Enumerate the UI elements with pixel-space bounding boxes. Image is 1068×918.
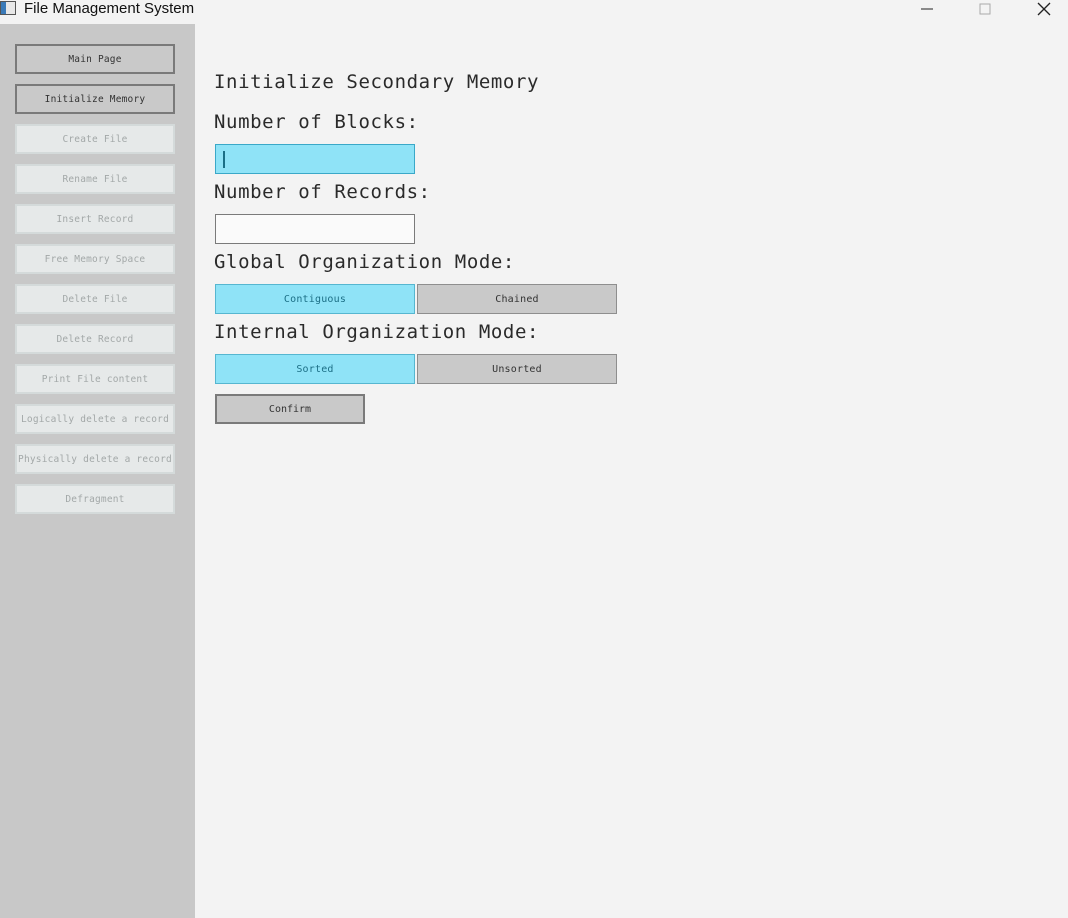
- close-icon: [1037, 2, 1051, 16]
- sidebar-item-main-page[interactable]: Main Page: [15, 44, 175, 74]
- title-bar: File Management System: [0, 0, 1068, 24]
- sorted-button[interactable]: Sorted: [215, 354, 415, 384]
- sidebar-item-delete-record[interactable]: Delete Record: [15, 324, 175, 354]
- sidebar-item-print-file-content[interactable]: Print File content: [15, 364, 175, 394]
- sidebar-item-physically-delete-record[interactable]: Physically delete a record: [15, 444, 175, 474]
- close-button[interactable]: [1021, 0, 1067, 18]
- main-content: Initialize Secondary Memory Number of Bl…: [195, 24, 1068, 918]
- chained-button[interactable]: Chained: [417, 284, 617, 314]
- sidebar: Main Page Initialize Memory Create File …: [0, 24, 195, 918]
- window-title: File Management System: [24, 0, 195, 17]
- sidebar-item-defragment[interactable]: Defragment: [15, 484, 175, 514]
- maximize-icon: [979, 3, 991, 15]
- text-caret: [223, 151, 225, 168]
- maximize-button[interactable]: [962, 0, 1008, 18]
- records-input[interactable]: [215, 214, 415, 244]
- minimize-button[interactable]: [904, 0, 950, 18]
- sidebar-item-free-memory-space[interactable]: Free Memory Space: [15, 244, 175, 274]
- contiguous-button[interactable]: Contiguous: [215, 284, 415, 314]
- app-icon: [0, 1, 16, 15]
- page-title: Initialize Secondary Memory: [214, 71, 540, 93]
- internal-mode-label: Internal Organization Mode:: [214, 321, 540, 343]
- blocks-label: Number of Blocks:: [214, 111, 419, 133]
- global-mode-label: Global Organization Mode:: [214, 251, 515, 273]
- minimize-icon: [921, 8, 933, 10]
- sidebar-item-delete-file[interactable]: Delete File: [15, 284, 175, 314]
- sidebar-item-create-file[interactable]: Create File: [15, 124, 175, 154]
- sidebar-item-logically-delete-record[interactable]: Logically delete a record: [15, 404, 175, 434]
- blocks-input[interactable]: [215, 144, 415, 174]
- sidebar-item-rename-file[interactable]: Rename File: [15, 164, 175, 194]
- confirm-button[interactable]: Confirm: [215, 394, 365, 424]
- sidebar-item-insert-record[interactable]: Insert Record: [15, 204, 175, 234]
- unsorted-button[interactable]: Unsorted: [417, 354, 617, 384]
- sidebar-item-initialize-memory[interactable]: Initialize Memory: [15, 84, 175, 114]
- records-label: Number of Records:: [214, 181, 431, 203]
